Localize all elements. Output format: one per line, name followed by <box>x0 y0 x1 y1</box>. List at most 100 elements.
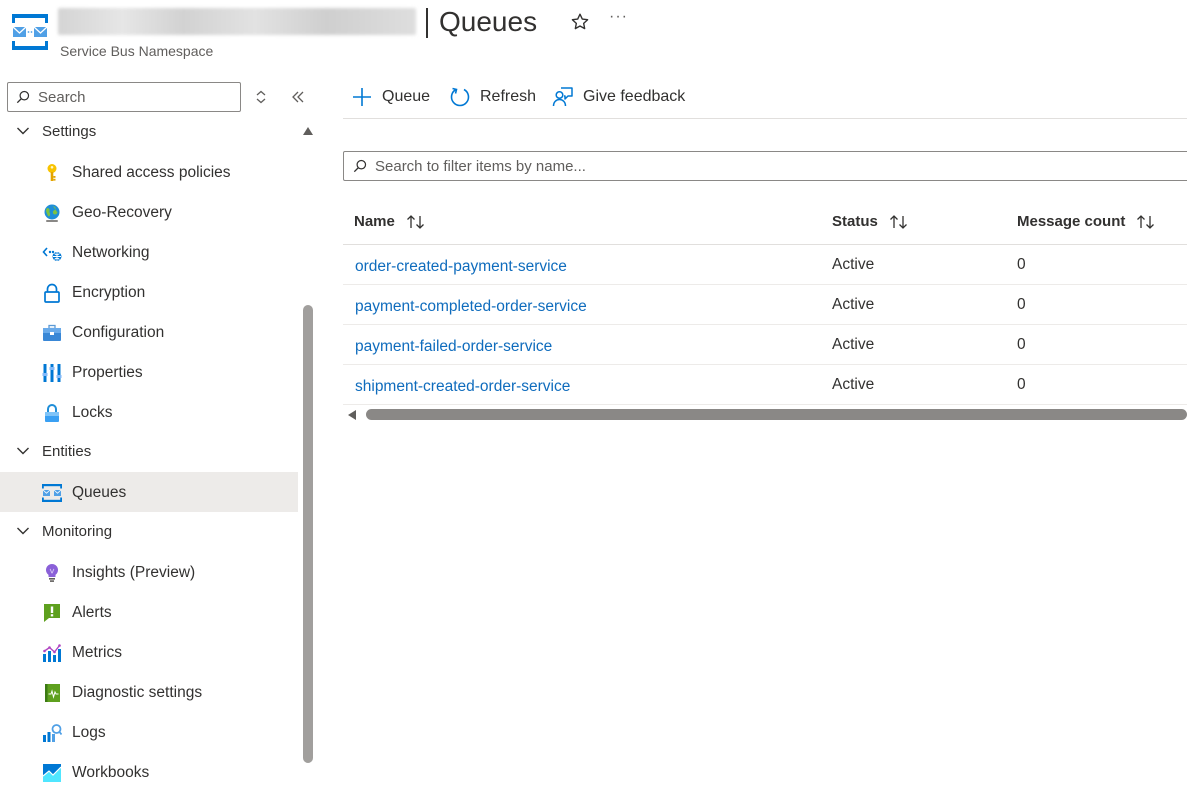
table-row: payment-completed-order-service Active 0 <box>343 285 1187 325</box>
nav-group-label: Monitoring <box>42 522 113 540</box>
favorite-star-icon[interactable] <box>569 11 591 33</box>
sidebar-item-label: Diagnostic settings <box>72 684 203 701</box>
refresh-icon <box>450 87 470 107</box>
scroll-left-arrow-icon[interactable] <box>347 409 357 421</box>
sidebar-item-label: Metrics <box>72 644 122 661</box>
sidebar-item-label: Configuration <box>72 324 165 341</box>
sidebar-item-label: Alerts <box>72 604 112 621</box>
logs-icon <box>43 724 62 742</box>
page-subtitle: Service Bus Namespace <box>60 43 214 59</box>
sidebar-item-shared-access-policies[interactable]: Shared access policies <box>0 152 298 192</box>
sidebar-item-label: Encryption <box>72 284 146 301</box>
queue-name-link[interactable]: shipment-created-order-service <box>355 378 570 396</box>
queue-status: Active <box>832 256 875 273</box>
sidebar-item-metrics[interactable]: Metrics <box>0 632 298 672</box>
networking-icon <box>42 247 62 261</box>
sidebar-item-label: Logs <box>72 724 106 741</box>
sidebar-item-alerts[interactable]: Alerts <box>0 592 298 632</box>
sidebar-item-geo-recovery[interactable]: Geo-Recovery <box>0 192 298 232</box>
sidebar-item-workbooks[interactable]: Workbooks <box>0 752 298 792</box>
namespace-name-redacted <box>58 8 416 35</box>
table-row: shipment-created-order-service Active 0 <box>343 365 1187 405</box>
column-header-status[interactable]: Status <box>832 213 910 230</box>
queue-name-link[interactable]: payment-failed-order-service <box>355 338 552 356</box>
sort-icon <box>889 214 907 229</box>
sort-icon <box>1137 214 1155 229</box>
filter-input[interactable] <box>375 157 1075 175</box>
queue-message-count: 0 <box>1017 256 1026 273</box>
sidebar-item-label: Queues <box>72 484 127 501</box>
give-feedback-label: Give feedback <box>583 88 686 105</box>
sidebar-search-input[interactable] <box>38 88 228 106</box>
collapse-sidebar-icon[interactable] <box>290 89 306 105</box>
toolbar-divider <box>343 118 1187 119</box>
search-icon <box>353 159 367 173</box>
plus-icon <box>353 88 371 106</box>
sort-icon <box>406 214 424 229</box>
sidebar-item-insights[interactable]: Insights (Preview) <box>0 552 298 592</box>
column-header-label: Message count <box>1017 213 1126 230</box>
lightbulb-icon <box>45 563 59 582</box>
sidebar-item-label: Locks <box>72 404 113 421</box>
column-header-label: Status <box>832 213 878 230</box>
sidebar-item-label: Workbooks <box>72 764 150 781</box>
page-title: Queues <box>439 6 538 37</box>
sidebar-item-label: Properties <box>72 364 143 381</box>
nav-group-label: Settings <box>42 122 97 140</box>
queue-icon <box>42 484 62 502</box>
sidebar-item-queues[interactable]: Queues <box>0 472 298 512</box>
sidebar-scrollbar-thumb[interactable] <box>303 305 313 763</box>
sidebar-item-properties[interactable]: Properties <box>0 352 298 392</box>
queue-name-link[interactable]: payment-completed-order-service <box>355 298 587 316</box>
give-feedback-button[interactable]: Give feedback <box>552 84 685 110</box>
filter-box[interactable] <box>343 151 1187 181</box>
lock-outline-icon <box>44 283 60 303</box>
sidebar-item-logs[interactable]: Logs <box>0 712 298 752</box>
scroll-up-arrow-icon[interactable] <box>302 126 314 136</box>
refresh-label: Refresh <box>480 88 537 105</box>
lock-icon <box>45 404 59 422</box>
nav-group-label: Entities <box>42 442 92 460</box>
sidebar-item-networking[interactable]: Networking <box>0 232 298 272</box>
sidebar-item-label: Geo-Recovery <box>72 204 172 221</box>
queue-message-count: 0 <box>1017 336 1026 353</box>
search-icon <box>16 90 30 104</box>
toolbox-icon <box>43 324 61 341</box>
diagnostic-icon <box>45 684 60 702</box>
workbooks-icon <box>42 764 62 782</box>
metrics-icon <box>43 644 61 662</box>
properties-icon <box>42 364 62 382</box>
queue-status: Active <box>832 376 875 393</box>
globe-icon <box>44 204 60 222</box>
nav-group-entities[interactable]: Entities <box>0 437 298 465</box>
alert-icon <box>44 604 60 622</box>
table-horizontal-scrollbar-thumb[interactable] <box>366 409 1187 420</box>
add-queue-button[interactable]: Queue <box>351 84 430 110</box>
column-header-message-count[interactable]: Message count <box>1017 213 1157 230</box>
sidebar-item-label: Networking <box>72 244 150 261</box>
more-options-button[interactable]: ··· <box>609 8 628 26</box>
column-header-name[interactable]: Name <box>354 213 427 230</box>
sidebar-item-locks[interactable]: Locks <box>0 392 298 432</box>
chevron-down-icon <box>17 527 29 535</box>
sidebar-item-encryption[interactable]: Encryption <box>0 272 298 312</box>
refresh-button[interactable]: Refresh <box>449 84 536 110</box>
nav-group-monitoring[interactable]: Monitoring <box>0 517 298 545</box>
expand-collapse-icon[interactable] <box>254 89 268 105</box>
sidebar-item-diagnostic-settings[interactable]: Diagnostic settings <box>0 672 298 712</box>
feedback-icon <box>552 87 573 107</box>
table-row: order-created-payment-service Active 0 <box>343 245 1187 285</box>
queue-name-link[interactable]: order-created-payment-service <box>355 258 567 276</box>
service-bus-icon <box>12 14 48 50</box>
chevron-down-icon <box>17 447 29 455</box>
queue-status: Active <box>832 336 875 353</box>
title-separator <box>426 8 428 38</box>
nav-group-settings[interactable]: Settings <box>0 117 298 145</box>
table-row: payment-failed-order-service Active 0 <box>343 325 1187 365</box>
column-header-label: Name <box>354 213 395 230</box>
sidebar-search[interactable] <box>7 82 241 112</box>
add-queue-label: Queue <box>382 88 431 105</box>
queue-message-count: 0 <box>1017 376 1026 393</box>
sidebar-item-configuration[interactable]: Configuration <box>0 312 298 352</box>
queue-message-count: 0 <box>1017 296 1026 313</box>
